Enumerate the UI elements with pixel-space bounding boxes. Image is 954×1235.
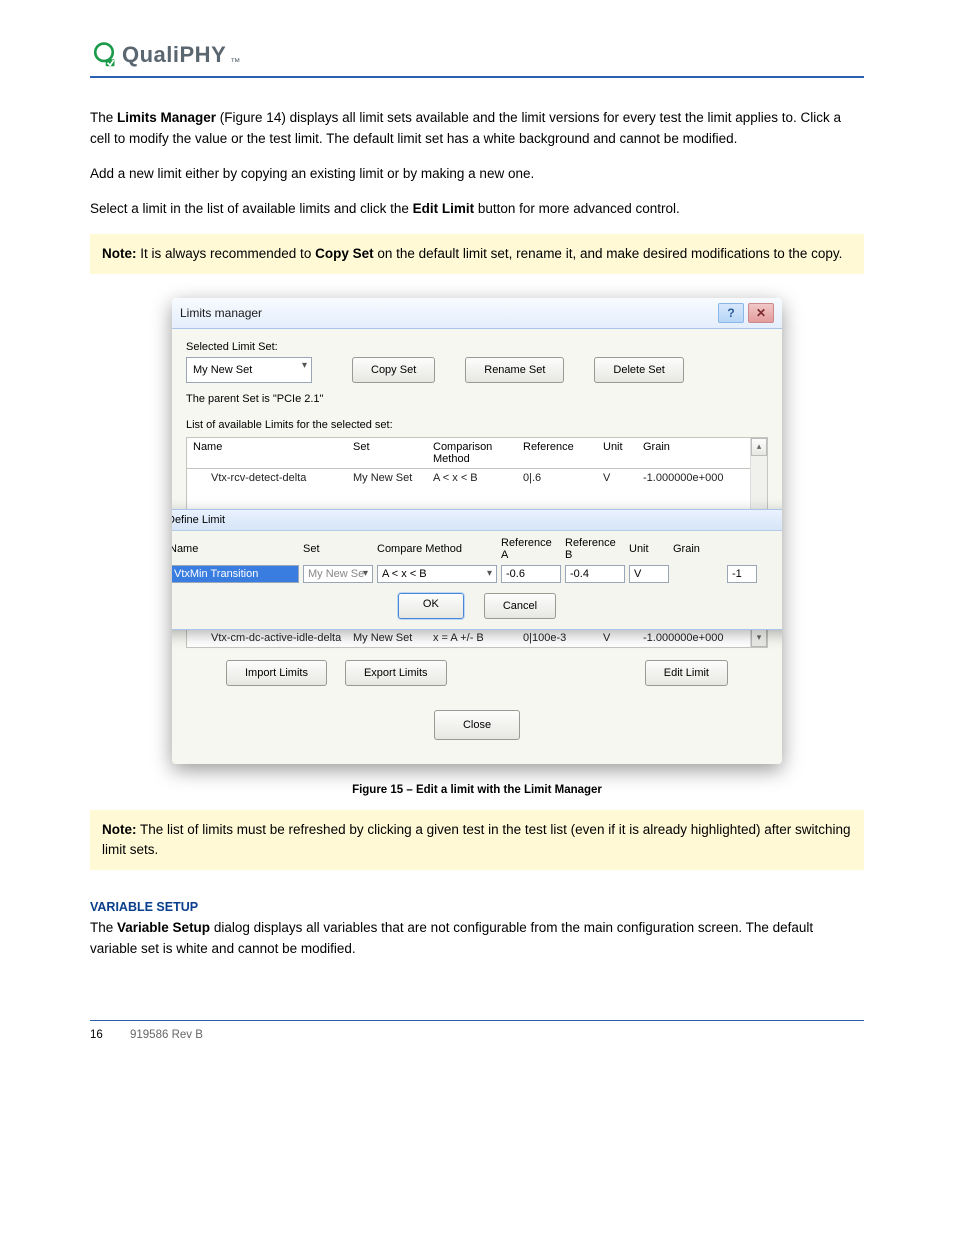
selected-limit-dropdown[interactable]: My New Set [186, 357, 312, 383]
export-limits-button[interactable]: Export Limits [345, 660, 447, 686]
reference-a-field[interactable]: -0.6 [501, 565, 561, 583]
table-row[interactable]: Vtx-cm-dc-active-idle-delta My New Set x… [187, 629, 767, 647]
table-row[interactable]: Vtx-rcv-detect-delta My New Set A < x < … [187, 469, 767, 487]
edit-limit-button[interactable]: Edit Limit [645, 660, 728, 686]
delete-set-button[interactable]: Delete Set [594, 357, 683, 383]
rename-set-button[interactable]: Rename Set [465, 357, 564, 383]
close-button[interactable]: Close [434, 710, 520, 740]
paragraph-edit-limit: Select a limit in the list of available … [90, 199, 864, 220]
cancel-button[interactable]: Cancel [484, 593, 556, 619]
define-limit-dialog: Define Limit Name Set Compare Method Ref… [172, 509, 782, 630]
unit-field[interactable]: V [629, 565, 669, 583]
logo-trademark: ™ [230, 57, 241, 68]
logo-icon [90, 40, 118, 68]
set-dropdown[interactable]: My New Se [303, 565, 373, 583]
dialog-titlebar[interactable]: Limits manager ? ✕ [172, 298, 782, 329]
ok-button[interactable]: OK [398, 593, 464, 619]
paragraph-limits-manager: The Limits Manager (Figure 14) displays … [90, 108, 864, 150]
define-limit-header: Name Set Compare Method Reference A Refe… [172, 537, 782, 561]
compare-method-dropdown[interactable]: A < x < B [377, 565, 497, 583]
copy-set-button[interactable]: Copy Set [352, 357, 435, 383]
header-logo: QualiPHY ™ [90, 40, 864, 78]
scroll-down-icon[interactable]: ▾ [751, 629, 767, 647]
list-limits-label: List of available Limits for the selecte… [186, 419, 768, 431]
grain-field[interactable]: -1 [727, 565, 757, 583]
paragraph-variable-setup: The Variable Setup dialog displays all v… [90, 918, 864, 960]
reference-b-field[interactable]: -0.4 [565, 565, 625, 583]
page-number: 16 [90, 1029, 130, 1041]
limits-manager-dialog: Limits manager ? ✕ Selected Limit Set: M… [172, 298, 782, 764]
note-copy-set: Note: It is always recommended to Copy S… [90, 234, 864, 274]
figure-caption: Figure 15 – Edit a limit with the Limit … [90, 784, 864, 796]
help-icon[interactable]: ? [718, 303, 744, 323]
close-icon[interactable]: ✕ [748, 303, 774, 323]
define-limit-title[interactable]: Define Limit [172, 510, 782, 531]
selected-limit-label: Selected Limit Set: [186, 341, 768, 353]
logo-text: QualiPHY [122, 42, 226, 68]
variable-setup-heading: VARIABLE SETUP [90, 900, 864, 914]
parent-set-text: The parent Set is "PCIe 2.1" [186, 393, 768, 405]
footer-revision: 919586 Rev B [130, 1029, 203, 1041]
page-footer: 16 919586 Rev B [90, 1020, 864, 1041]
name-field[interactable]: VtxMin Transition [172, 565, 299, 583]
import-limits-button[interactable]: Import Limits [226, 660, 327, 686]
dialog-title: Limits manager [180, 306, 262, 320]
table-header: Name Set Comparison Method Reference Uni… [187, 438, 767, 469]
paragraph-add-limit: Add a new limit either by copying an exi… [90, 164, 864, 185]
scroll-up-icon[interactable]: ▴ [751, 438, 767, 456]
note-refresh-limits: Note: The list of limits must be refresh… [90, 810, 864, 871]
